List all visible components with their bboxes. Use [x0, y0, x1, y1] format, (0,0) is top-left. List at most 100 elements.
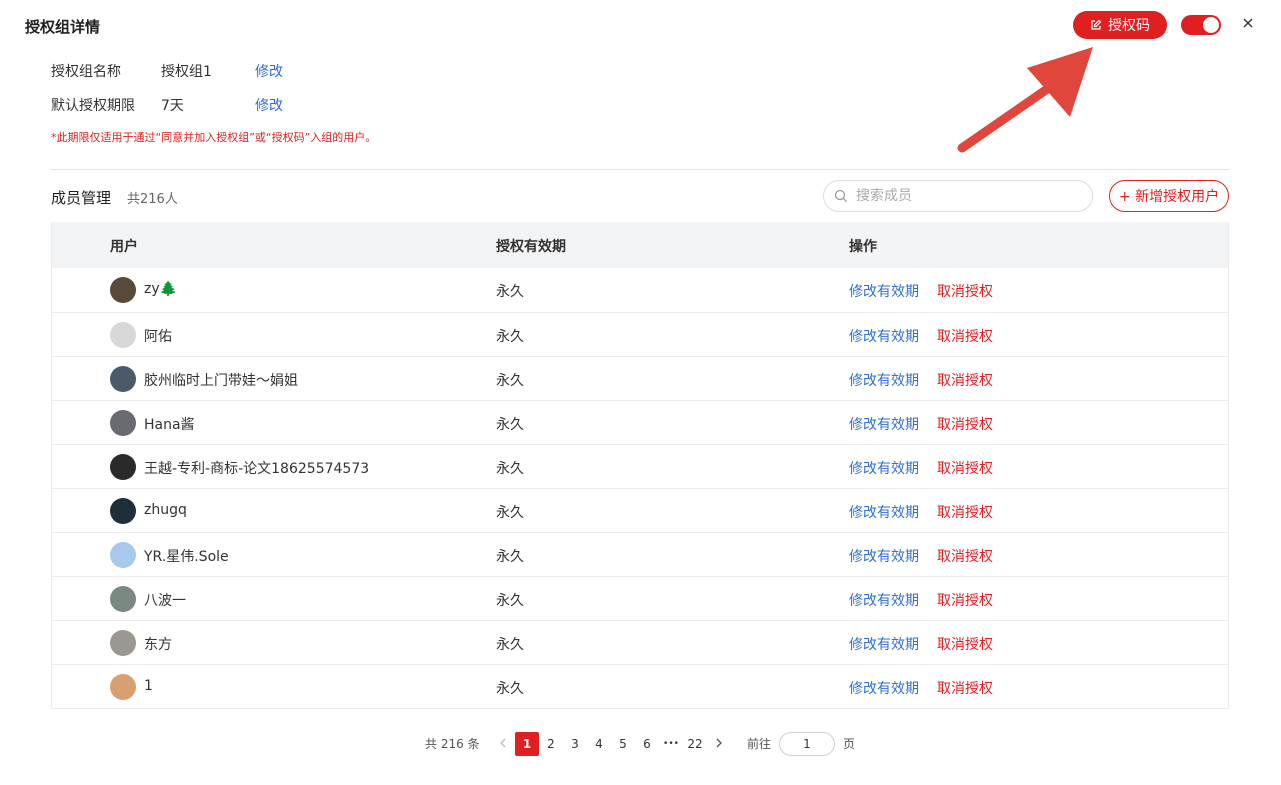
table-row: YR.星伟.Sole 永久 修改有效期 取消授权 — [52, 532, 1228, 576]
header-validity: 授权有效期 — [496, 239, 566, 255]
revoke-authorization-link[interactable]: 取消授权 — [937, 502, 993, 522]
member-search-input[interactable] — [856, 188, 1076, 204]
auth-code-button-label: 授权码 — [1108, 18, 1150, 34]
avatar — [110, 674, 136, 700]
default-period-label: 默认授权期限 — [51, 98, 135, 114]
revoke-authorization-link[interactable]: 取消授权 — [937, 414, 993, 434]
close-icon — [1243, 18, 1253, 28]
user-name: 东方 — [144, 637, 172, 653]
group-name-value: 授权组1 — [161, 64, 212, 80]
page-3[interactable]: 3 — [563, 732, 587, 756]
table-row: 八波一 永久 修改有效期 取消授权 — [52, 576, 1228, 620]
edit-group-name-link[interactable]: 修改 — [255, 61, 283, 81]
table-row: 东方 永久 修改有效期 取消授权 — [52, 620, 1228, 664]
avatar — [110, 498, 136, 524]
edit-validity-link[interactable]: 修改有效期 — [849, 546, 919, 566]
pagination-total: 共 216 条 — [425, 737, 480, 751]
user-name: zhugq — [144, 502, 187, 518]
edit-validity-link[interactable]: 修改有效期 — [849, 634, 919, 654]
validity-value: 永久 — [496, 505, 524, 521]
avatar — [110, 366, 136, 392]
edit-validity-link[interactable]: 修改有效期 — [849, 326, 919, 346]
edit-icon — [1091, 19, 1102, 30]
toggle-knob — [1203, 17, 1219, 33]
prev-page-button[interactable] — [495, 732, 511, 756]
search-icon — [834, 189, 847, 202]
revoke-authorization-link[interactable]: 取消授权 — [937, 370, 993, 390]
revoke-authorization-link[interactable]: 取消授权 — [937, 634, 993, 654]
group-enable-toggle[interactable] — [1181, 15, 1221, 35]
edit-validity-link[interactable]: 修改有效期 — [849, 281, 919, 301]
table-row: zhugq 永久 修改有效期 取消授权 — [52, 488, 1228, 532]
auth-code-button[interactable]: 授权码 — [1073, 11, 1167, 39]
user-name: 王越-专利-商标-论文18625574573 — [144, 461, 370, 477]
avatar — [110, 322, 136, 348]
avatar — [110, 277, 136, 303]
header-actions: 操作 — [849, 239, 877, 255]
callout-arrow — [957, 47, 1093, 153]
goto-label: 前往 — [747, 737, 772, 751]
avatar — [110, 410, 136, 436]
validity-value: 永久 — [496, 329, 524, 345]
revoke-authorization-link[interactable]: 取消授权 — [937, 590, 993, 610]
members-count: 共216人 — [127, 192, 178, 207]
edit-validity-link[interactable]: 修改有效期 — [849, 678, 919, 698]
revoke-authorization-link[interactable]: 取消授权 — [937, 281, 993, 301]
validity-value: 永久 — [496, 593, 524, 609]
members-section-title: 成员管理 — [51, 189, 112, 207]
avatar — [110, 586, 136, 612]
table-row: 阿佑 永久 修改有效期 取消授权 — [52, 312, 1228, 356]
chevron-right-icon — [716, 738, 722, 748]
edit-validity-link[interactable]: 修改有效期 — [849, 370, 919, 390]
add-authorized-user-button[interactable]: + 新增授权用户 — [1109, 180, 1229, 212]
page-4[interactable]: 4 — [587, 732, 611, 756]
validity-value: 永久 — [496, 461, 524, 477]
page-title: 授权组详情 — [25, 18, 101, 36]
page-suffix: 页 — [843, 737, 856, 751]
default-period-value: 7天 — [161, 98, 184, 114]
edit-period-link[interactable]: 修改 — [255, 95, 283, 115]
validity-value: 永久 — [496, 681, 524, 697]
page-1[interactable]: 1 — [515, 732, 539, 756]
page-ellipsis[interactable]: ••• — [659, 732, 683, 756]
revoke-authorization-link[interactable]: 取消授权 — [937, 458, 993, 478]
header-user: 用户 — [110, 239, 138, 255]
divider — [51, 169, 1229, 170]
user-name: 阿佑 — [144, 329, 172, 345]
table-row: Hana酱 永久 修改有效期 取消授权 — [52, 400, 1228, 444]
revoke-authorization-link[interactable]: 取消授权 — [937, 546, 993, 566]
edit-validity-link[interactable]: 修改有效期 — [849, 414, 919, 434]
member-search-box[interactable] — [823, 180, 1093, 212]
user-name: Hana酱 — [144, 417, 195, 433]
edit-validity-link[interactable]: 修改有效期 — [849, 502, 919, 522]
revoke-authorization-link[interactable]: 取消授权 — [937, 678, 993, 698]
validity-value: 永久 — [496, 417, 524, 433]
close-button[interactable] — [1239, 14, 1257, 32]
table-row: 王越-专利-商标-论文18625574573 永久 修改有效期 取消授权 — [52, 444, 1228, 488]
page-2[interactable]: 2 — [539, 732, 563, 756]
table-header: 用户 授权有效期 操作 — [52, 222, 1228, 268]
avatar — [110, 454, 136, 480]
user-name: 八波一 — [144, 593, 186, 609]
pagination: 共 216 条 1 2 3 4 5 6 ••• 22 前往 页 — [0, 732, 1281, 758]
edit-validity-link[interactable]: 修改有效期 — [849, 590, 919, 610]
page-6[interactable]: 6 — [635, 732, 659, 756]
user-name: 胶州临时上门带娃～娟姐 — [144, 373, 298, 389]
user-name: YR.星伟.Sole — [144, 549, 229, 565]
validity-value: 永久 — [496, 284, 524, 300]
members-table: 用户 授权有效期 操作 zy🌲 永久 修改有效期 取消授权 阿佑 永久 修改有效期 取消授权胶… — [51, 222, 1229, 709]
page-last[interactable]: 22 — [683, 732, 707, 756]
revoke-authorization-link[interactable]: 取消授权 — [937, 326, 993, 346]
table-row: zy🌲 永久 修改有效期 取消授权 — [52, 268, 1228, 312]
validity-value: 永久 — [496, 549, 524, 565]
user-name: 1 — [144, 678, 153, 694]
chevron-left-icon — [500, 738, 506, 748]
page-5[interactable]: 5 — [611, 732, 635, 756]
avatar — [110, 630, 136, 656]
next-page-button[interactable] — [711, 732, 727, 756]
table-row: 1 永久 修改有效期 取消授权 — [52, 664, 1228, 708]
edit-validity-link[interactable]: 修改有效期 — [849, 458, 919, 478]
goto-page-input[interactable] — [779, 732, 835, 756]
validity-value: 永久 — [496, 373, 524, 389]
period-notice: *此期限仅适用于通过“同意并加入授权组”或“授权码”入组的用户。 — [51, 131, 377, 144]
